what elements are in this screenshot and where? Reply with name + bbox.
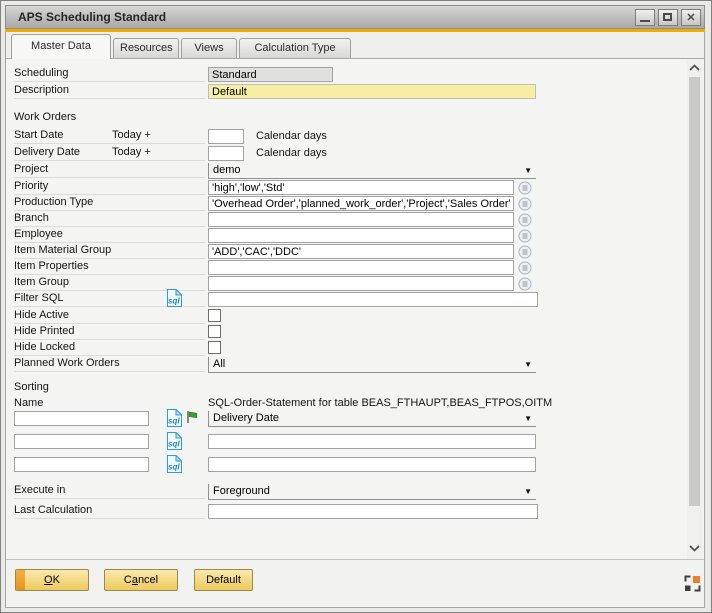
sort-statement-input-3[interactable]	[208, 457, 536, 472]
scheduling-field[interactable]	[208, 67, 333, 82]
sort-name-input-1[interactable]	[14, 411, 149, 426]
hide-printed-label: Hide Printed	[14, 325, 205, 340]
choose-from-list-icon[interactable]	[518, 197, 532, 211]
tab-master-data[interactable]: Master Data	[11, 34, 111, 59]
vertical-scrollbar[interactable]	[687, 59, 702, 559]
sql-editor-icon[interactable]: sql	[166, 289, 182, 307]
resize-grip-icon[interactable]	[684, 575, 701, 592]
sort-name-input-3[interactable]	[14, 457, 149, 472]
start-date-suffix: Calendar days	[256, 130, 327, 142]
sorting-section-title: Sorting	[14, 381, 49, 393]
hide-locked-label: Hide Locked	[14, 341, 205, 356]
sql-editor-icon[interactable]: sql	[166, 455, 182, 473]
svg-text:sql: sql	[168, 417, 180, 426]
production-type-label: Production Type	[14, 196, 205, 211]
last-calculation-input[interactable]	[208, 504, 538, 519]
dropdown-arrow-icon: ▼	[524, 360, 532, 369]
dropdown-arrow-icon: ▼	[524, 166, 532, 175]
sort-name-input-2[interactable]	[14, 434, 149, 449]
start-date-prefix: Today +	[112, 129, 151, 141]
scroll-down-icon[interactable]	[689, 543, 700, 553]
hide-locked-checkbox[interactable]	[208, 341, 221, 354]
minimize-icon	[640, 20, 650, 22]
start-date-label: Start Date Today +	[14, 129, 205, 144]
dialog-body: Master Data Resources Views Calculation …	[5, 32, 705, 608]
hide-printed-checkbox[interactable]	[208, 325, 221, 338]
branch-input[interactable]	[208, 212, 514, 227]
close-icon: ✕	[682, 11, 700, 24]
sort-statement-input-2[interactable]	[208, 434, 536, 449]
execute-in-select[interactable]: Foreground ▼	[208, 484, 536, 500]
execute-in-label: Execute in	[14, 484, 205, 499]
sql-editor-icon[interactable]: sql	[166, 432, 182, 450]
description-label: Description	[14, 84, 205, 99]
dropdown-arrow-icon: ▼	[524, 487, 532, 496]
last-calculation-label: Last Calculation	[14, 504, 205, 519]
delivery-date-days-input[interactable]	[208, 146, 244, 161]
planned-work-orders-select[interactable]: All ▼	[208, 357, 536, 373]
filter-sql-input[interactable]	[208, 292, 538, 307]
cancel-button[interactable]: Cancel	[104, 569, 178, 591]
close-button[interactable]: ✕	[681, 9, 701, 26]
sql-editor-icon[interactable]: sql	[166, 409, 182, 427]
item-properties-input[interactable]	[208, 260, 514, 275]
flag-icon[interactable]	[185, 410, 199, 424]
minimize-button[interactable]	[635, 9, 655, 26]
delivery-date-prefix: Today +	[112, 146, 151, 158]
choose-from-list-icon[interactable]	[518, 181, 532, 195]
sort-statement-select-1[interactable]: Delivery Date ▼	[208, 411, 536, 427]
choose-from-list-icon[interactable]	[518, 229, 532, 243]
sorting-statement-header: SQL-Order-Statement for table BEAS_FTHAU…	[208, 397, 552, 409]
choose-from-list-icon[interactable]	[518, 245, 532, 259]
project-select[interactable]: demo ▼	[208, 163, 536, 179]
ok-button[interactable]: OK	[15, 569, 89, 591]
svg-text:sql: sql	[168, 440, 180, 449]
branch-label: Branch	[14, 212, 205, 227]
priority-label: Priority	[14, 180, 205, 195]
priority-input[interactable]	[208, 180, 514, 195]
choose-from-list-icon[interactable]	[518, 277, 532, 291]
planned-work-orders-label: Planned Work Orders	[14, 357, 205, 372]
tab-calculation-type[interactable]: Calculation Type	[239, 38, 351, 58]
maximize-icon	[663, 13, 672, 21]
choose-from-list-icon[interactable]	[518, 261, 532, 275]
hide-active-checkbox[interactable]	[208, 309, 221, 322]
scheduling-label: Scheduling	[14, 67, 205, 82]
description-field[interactable]	[208, 84, 536, 99]
tab-resources[interactable]: Resources	[113, 38, 179, 58]
production-type-input[interactable]	[208, 196, 514, 211]
project-label: Project	[14, 163, 205, 178]
svg-text:sql: sql	[168, 297, 180, 306]
employee-label: Employee	[14, 228, 205, 243]
tab-views[interactable]: Views	[181, 38, 237, 58]
scroll-up-icon[interactable]	[689, 63, 700, 73]
item-material-group-input[interactable]	[208, 244, 514, 259]
item-group-input[interactable]	[208, 276, 514, 291]
dropdown-arrow-icon: ▼	[524, 414, 532, 423]
dialog-window: APS Scheduling Standard ✕ Master Data Re…	[0, 0, 712, 613]
item-properties-label: Item Properties	[14, 260, 205, 275]
tab-strip: Master Data Resources Views Calculation …	[6, 32, 704, 59]
delivery-date-suffix: Calendar days	[256, 147, 327, 159]
window-title: APS Scheduling Standard	[18, 10, 166, 24]
delivery-date-label: Delivery Date Today +	[14, 146, 205, 161]
default-button[interactable]: Default	[194, 569, 253, 591]
employee-input[interactable]	[208, 228, 514, 243]
maximize-button[interactable]	[658, 9, 678, 26]
item-material-group-label: Item Material Group	[14, 244, 205, 259]
start-date-days-input[interactable]	[208, 129, 244, 144]
sorting-name-header: Name	[14, 397, 43, 409]
form-area: Scheduling Description Work Orders Start…	[6, 59, 704, 559]
work-orders-section-title: Work Orders	[14, 111, 76, 123]
title-bar: APS Scheduling Standard ✕	[5, 5, 705, 29]
button-bar: OK Cancel Default	[6, 559, 704, 606]
choose-from-list-icon[interactable]	[518, 213, 532, 227]
hide-active-label: Hide Active	[14, 309, 205, 324]
svg-text:sql: sql	[168, 463, 180, 472]
scrollbar-thumb[interactable]	[689, 77, 700, 506]
